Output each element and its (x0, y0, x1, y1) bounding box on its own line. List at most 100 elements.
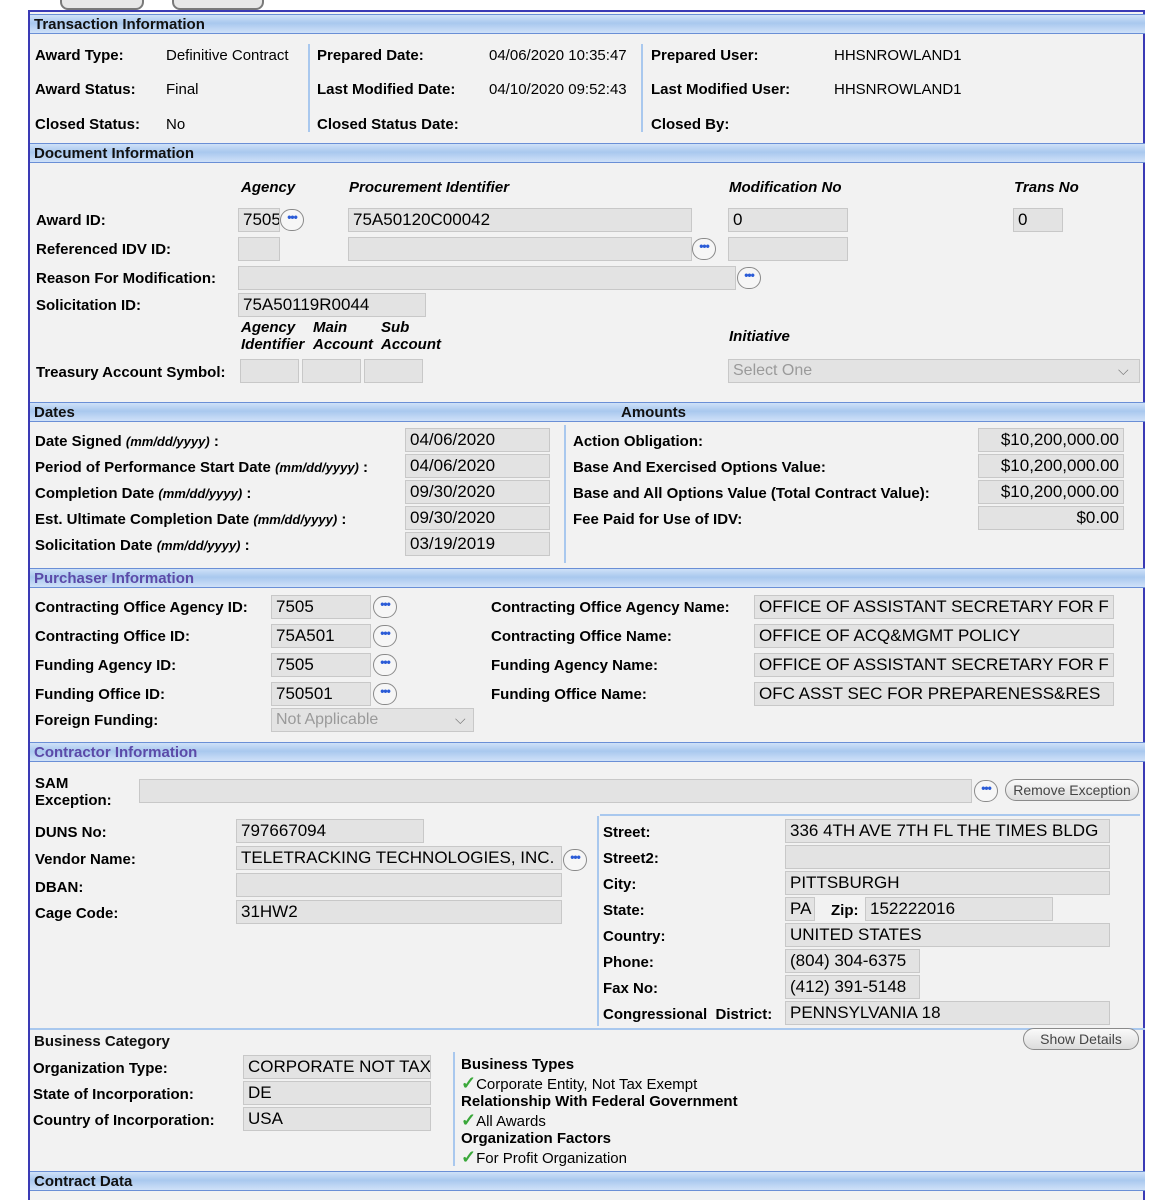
contracting-office-lookup-button[interactable]: ••• (373, 625, 397, 647)
last-modified-user-value: HHSNROWLAND1 (834, 81, 962, 98)
purchaser-row-label: Contracting Office ID: (35, 628, 191, 645)
cage-code-input[interactable]: 31HW2 (236, 900, 562, 924)
agency-lookup-button[interactable]: ••• (280, 209, 304, 231)
award-procurement-input[interactable]: 75A50120C00042 (348, 208, 692, 232)
base-all-options-input[interactable]: $10,200,000.00 (978, 480, 1124, 504)
phone-input[interactable]: (804) 304-6375 (785, 949, 920, 973)
award-modification-input[interactable]: 0 (728, 208, 848, 232)
street-input[interactable]: 336 4TH AVE 7TH FL THE TIMES BLDG (785, 819, 1110, 843)
fax-input[interactable]: (412) 391-5148 (785, 975, 920, 999)
vendor-lookup-button[interactable]: ••• (563, 849, 587, 871)
solicitation-date-input[interactable]: 03/19/2019 (405, 532, 550, 556)
funding-agency-name-input[interactable]: OFFICE OF ASSISTANT SECRETARY FOR F (754, 653, 1114, 677)
state-input[interactable]: PA (785, 897, 815, 921)
street2-input[interactable] (785, 845, 1110, 869)
funding-office-name-input[interactable]: OFC ASST SEC FOR PREPARENESS&RES (754, 682, 1114, 706)
tas-label: Treasury Account Symbol: (36, 364, 226, 381)
remove-exception-button[interactable]: Remove Exception (1005, 779, 1139, 801)
contracting-agency-lookup-button[interactable]: ••• (373, 596, 397, 618)
sam-lookup-button[interactable]: ••• (974, 780, 998, 802)
purchaser-row-label: Funding Agency ID: (35, 657, 177, 674)
business-header-title: Business Category (34, 1033, 170, 1050)
last-modified-date-value: 04/10/2020 09:52:43 (489, 81, 627, 98)
ref-idv-lookup-button[interactable]: ••• (692, 238, 716, 260)
vendor-label: Vendor Name: (35, 851, 136, 868)
ref-idv-agency-input[interactable] (238, 237, 280, 261)
reason-input[interactable] (238, 266, 736, 290)
foreign-funding-select[interactable]: Not Applicable (271, 708, 474, 732)
amounts-header-title: Amounts (621, 404, 686, 421)
prepared-date-label: Prepared Date: (317, 47, 424, 64)
ref-idv-procurement-input[interactable] (348, 237, 692, 261)
sam-exception-input[interactable] (139, 779, 972, 803)
purchaser-name-label: Contracting Office Agency Name: (491, 599, 730, 616)
state-label: State: (603, 902, 645, 919)
contracting-office-name-input[interactable]: OFFICE OF ACQ&MGMT POLICY (754, 624, 1114, 648)
reason-lookup-button[interactable]: ••• (737, 267, 761, 289)
district-input[interactable]: PENNSYLVANIA 18 (785, 1001, 1110, 1025)
contract-data-section-header (30, 1171, 1145, 1191)
est-ultimate-completion-input[interactable]: 09/30/2020 (405, 506, 550, 530)
purchaser-row-label: Funding Office ID: (35, 686, 165, 703)
fee-paid-input[interactable]: $0.00 (978, 506, 1124, 530)
city-label: City: (603, 876, 637, 893)
org-factors-item: ✓For Profit Organization (461, 1147, 627, 1167)
contracting-office-id-input[interactable]: 75A501 (271, 624, 371, 648)
dates-amounts-section-header (30, 402, 1145, 422)
tas-agency-input[interactable] (240, 359, 299, 383)
dban-label: DBAN: (35, 879, 84, 896)
award-id-label: Award ID: (36, 212, 106, 229)
org-factors-title: Organization Factors (461, 1130, 612, 1147)
business-types-title: Business Types (461, 1056, 575, 1073)
amount-row-label: Action Obligation: (573, 433, 703, 450)
award-type-label: Award Type: (35, 47, 124, 64)
award-status-value: Final (166, 81, 199, 98)
duns-input[interactable]: 797667094 (236, 819, 424, 843)
purchaser-name-label: Contracting Office Name: (491, 628, 672, 645)
solicitation-input[interactable]: 75A50119R0044 (238, 293, 426, 317)
purchaser-row-label: Contracting Office Agency ID: (35, 599, 248, 616)
award-trans-input[interactable]: 0 (1013, 208, 1063, 232)
funding-office-id-input[interactable]: 750501 (271, 682, 371, 706)
tas-sub-input[interactable] (364, 359, 423, 383)
org-type-input[interactable]: CORPORATE NOT TAX (243, 1055, 431, 1079)
completion-date-input[interactable]: 09/30/2020 (405, 480, 550, 504)
pop-start-date-input[interactable]: 04/06/2020 (405, 454, 550, 478)
contracting-agency-id-input[interactable]: 7505 (271, 595, 371, 619)
vendor-name-input[interactable]: TELETRACKING TECHNOLOGIES, INC. (236, 846, 562, 870)
funding-office-lookup-button[interactable]: ••• (373, 683, 397, 705)
district-label: Congressional District: (603, 1006, 773, 1023)
show-details-button[interactable]: Show Details (1023, 1028, 1139, 1050)
state-inc-input[interactable]: DE (243, 1081, 431, 1105)
purchaser-name-label: Funding Agency Name: (491, 657, 658, 674)
date-signed-input[interactable]: 04/06/2020 (405, 428, 550, 452)
col-modification-label: Modification No (729, 179, 842, 196)
dban-input[interactable] (236, 873, 562, 897)
tas-main-col-label-2: Account (313, 336, 373, 353)
last-modified-date-label: Last Modified Date: (317, 81, 456, 98)
country-inc-input[interactable]: USA (243, 1107, 431, 1131)
funding-agency-lookup-button[interactable]: ••• (373, 654, 397, 676)
initiative-select[interactable]: Select One (728, 359, 1140, 383)
zip-input[interactable]: 152222016 (865, 897, 1053, 921)
zip-label: Zip: (831, 902, 859, 919)
contracting-agency-name-input[interactable]: OFFICE OF ASSISTANT SECRETARY FOR F (754, 595, 1114, 619)
divider (308, 44, 310, 132)
date-row-label: Completion Date (mm/dd/yyyy) : (35, 485, 252, 502)
divider (453, 1052, 455, 1166)
tas-main-input[interactable] (302, 359, 361, 383)
ref-idv-modification-input[interactable] (728, 237, 848, 261)
toolbar-button-2[interactable] (172, 0, 264, 10)
base-exercised-input[interactable]: $10,200,000.00 (978, 454, 1124, 478)
funding-agency-id-input[interactable]: 7505 (271, 653, 371, 677)
country-input[interactable]: UNITED STATES (785, 923, 1110, 947)
sam-label-line-1: SAM (35, 775, 69, 792)
document-section-header (30, 143, 1145, 163)
city-input[interactable]: PITTSBURGH (785, 871, 1110, 895)
state-inc-label: State of Incorporation: (33, 1086, 194, 1103)
action-obligation-input[interactable]: $10,200,000.00 (978, 428, 1124, 452)
chevron-down-icon: ⌵ (455, 711, 466, 727)
award-agency-input[interactable]: 7505 (238, 208, 280, 232)
toolbar-button-1[interactable] (60, 0, 144, 10)
relationship-item: ✓All Awards (461, 1110, 546, 1130)
